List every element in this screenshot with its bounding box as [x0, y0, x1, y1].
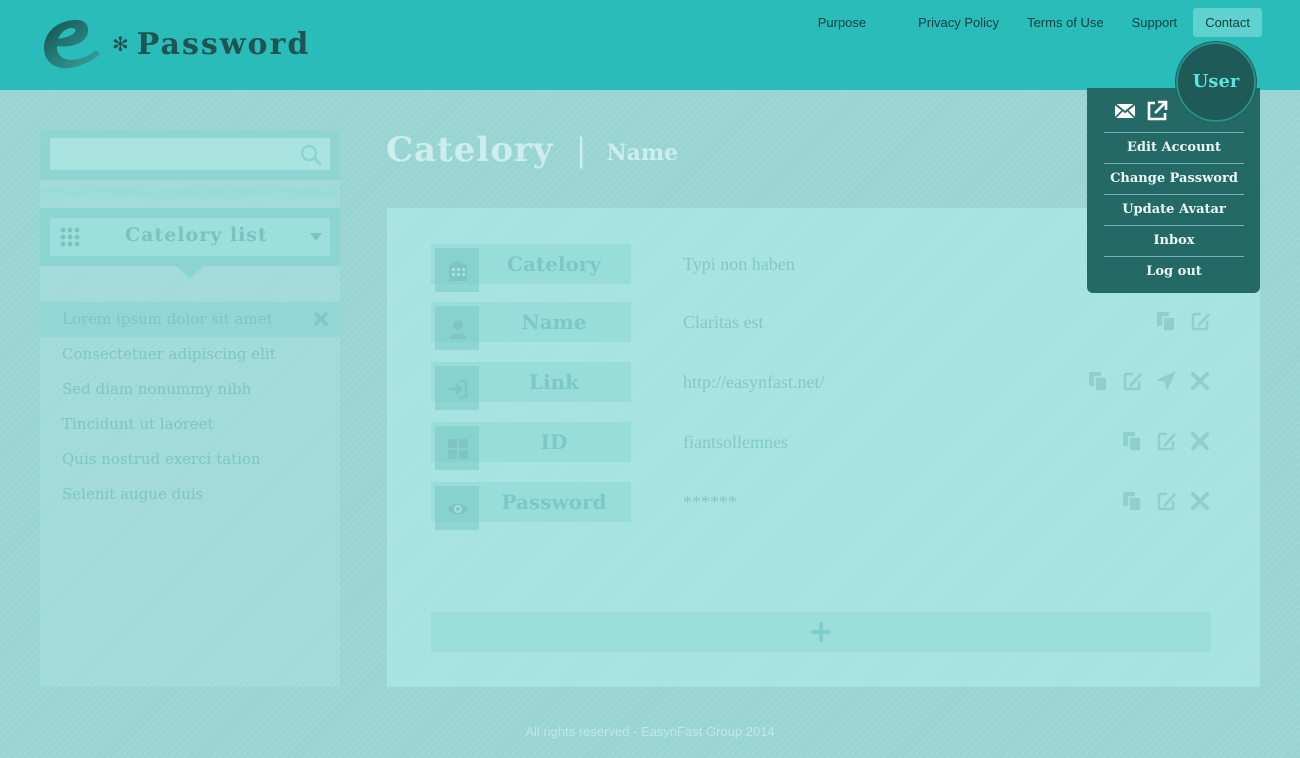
chevron-down-icon[interactable]	[310, 233, 322, 241]
copy-icon[interactable]	[1155, 310, 1177, 332]
field-icon-box	[435, 486, 479, 530]
delete-icon[interactable]	[1189, 370, 1211, 392]
edit-icon[interactable]	[1155, 430, 1177, 452]
field-value: http://easynfast.net/	[683, 372, 825, 392]
field-actions	[1109, 490, 1211, 512]
search-bar	[40, 130, 340, 180]
logo-e-icon	[44, 20, 100, 69]
grid-icon	[448, 439, 468, 459]
edit-icon[interactable]	[1189, 310, 1211, 332]
category-item-label: Consectetuer adipiscing elit	[62, 345, 276, 363]
edit-icon[interactable]	[1121, 370, 1143, 392]
category-item[interactable]: Selenit augue duis	[40, 477, 340, 512]
category-list-dropdown[interactable]: Catelory list	[50, 218, 330, 256]
field-value: fiantsollemnes	[683, 432, 788, 452]
apps-grid-icon	[60, 227, 80, 247]
page-title: Catelory	[386, 130, 554, 170]
field-label: Password	[501, 490, 607, 514]
user-avatar-button[interactable]: User	[1176, 42, 1256, 122]
page-subtitle: Name	[606, 140, 679, 166]
search-input[interactable]	[50, 138, 330, 170]
nav-privacy-policy[interactable]: Privacy Policy	[906, 8, 1011, 37]
category-item[interactable]: Sed diam nonummy nibh	[40, 372, 340, 407]
menu-item-change-password[interactable]: Change Password	[1104, 163, 1244, 194]
menu-item-inbox[interactable]: Inbox	[1104, 225, 1244, 256]
category-item[interactable]: Consectetuer adipiscing elit	[40, 337, 340, 372]
field-icon-box	[435, 306, 479, 350]
title-separator: |	[575, 131, 587, 169]
category-pointer	[176, 266, 204, 278]
field-actions	[1075, 370, 1211, 392]
user-menu-icons	[1114, 100, 1178, 122]
category-item[interactable]: Lorem ipsum dolor sit amet	[40, 302, 340, 337]
sidebar-divider	[40, 186, 340, 198]
category-item-label: Selenit augue duis	[62, 485, 204, 503]
close-icon[interactable]	[314, 312, 328, 326]
field-label: Link	[528, 370, 580, 394]
nav-terms-of-use[interactable]: Terms of Use	[1015, 8, 1116, 37]
field-actions	[1109, 430, 1211, 452]
plus-icon	[811, 622, 831, 642]
field-label: Catelory	[507, 252, 601, 276]
field-value: Claritas est	[683, 312, 764, 332]
category-item-label: Tincidunt ut laoreet	[62, 415, 214, 433]
field-label: Name	[521, 310, 587, 334]
menu-item-edit-account[interactable]: Edit Account	[1104, 132, 1244, 163]
field-icon-box	[435, 426, 479, 470]
field-label: ID	[540, 430, 568, 454]
edit-icon[interactable]	[1155, 490, 1177, 512]
field-value: Typi non haben	[683, 254, 795, 274]
search-icon[interactable]	[300, 144, 322, 166]
category-item[interactable]: Quis nostrud exerci tation	[40, 442, 340, 477]
user-menu-list: Edit Account Change Password Update Avat…	[1104, 132, 1244, 287]
login-icon	[449, 379, 468, 399]
page-heading: Catelory | Name	[386, 130, 678, 170]
delete-icon[interactable]	[1189, 430, 1211, 452]
header: ✻ Password Purpose Privacy Policy Terms …	[0, 0, 1300, 90]
category-list-header: Catelory list	[40, 208, 340, 266]
nav-purpose[interactable]: Purpose	[818, 8, 878, 37]
top-nav: Purpose Privacy Policy Terms of Use Supp…	[814, 8, 1262, 37]
copy-icon[interactable]	[1121, 490, 1143, 512]
nav-contact[interactable]: Contact	[1193, 8, 1262, 37]
field-row-name: Name Claritas est	[431, 302, 1211, 350]
send-icon[interactable]	[1155, 370, 1177, 392]
eye-icon[interactable]	[447, 498, 469, 520]
building-icon	[449, 261, 467, 281]
person-icon	[449, 320, 467, 339]
footer-text: All rights reserved - EasynFast Group 20…	[525, 724, 775, 739]
copy-icon[interactable]	[1087, 370, 1109, 392]
nav-support[interactable]: Support	[1120, 8, 1190, 37]
delete-icon[interactable]	[1189, 490, 1211, 512]
category-list: Lorem ipsum dolor sit amet Consectetuer …	[40, 302, 340, 512]
field-row-password: Password ******	[431, 482, 1211, 530]
field-icon-box	[435, 366, 479, 410]
mail-icon[interactable]	[1114, 100, 1136, 122]
logo-star: ✻	[112, 32, 129, 56]
external-link-icon[interactable]	[1146, 100, 1168, 122]
category-item-label: Quis nostrud exerci tation	[62, 450, 261, 468]
field-row-id: ID fiantsollemnes	[431, 422, 1211, 470]
field-actions	[1143, 310, 1211, 332]
logo-wordmark: Password	[136, 26, 311, 62]
copy-icon[interactable]	[1121, 430, 1143, 452]
user-menu: Edit Account Change Password Update Avat…	[1087, 88, 1260, 293]
add-field-button[interactable]	[431, 612, 1211, 652]
category-item[interactable]: Tincidunt ut laoreet	[40, 407, 340, 442]
sidebar: Catelory list Lorem ipsum dolor sit amet…	[40, 130, 340, 687]
menu-item-log-out[interactable]: Log out	[1104, 256, 1244, 287]
category-list-title: Catelory list	[125, 224, 268, 246]
logo[interactable]: ✻ Password	[42, 16, 310, 72]
menu-item-update-avatar[interactable]: Update Avatar	[1104, 194, 1244, 225]
category-item-label: Sed diam nonummy nibh	[62, 380, 252, 398]
field-icon-box	[435, 248, 479, 292]
field-row-link: Link http://easynfast.net/	[431, 362, 1211, 410]
field-value: ******	[683, 492, 737, 512]
category-item-label: Lorem ipsum dolor sit amet	[62, 310, 273, 328]
